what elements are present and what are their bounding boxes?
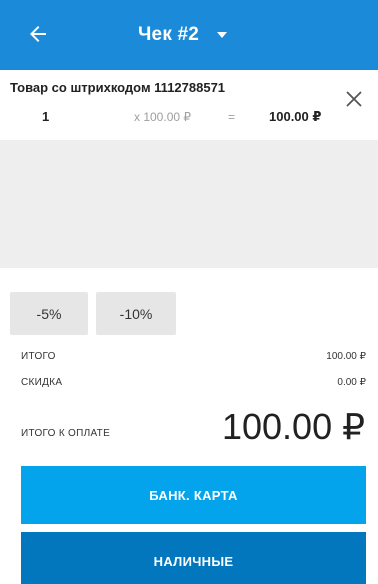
- to-pay-label: ИТОГО К ОПЛАТЕ: [21, 428, 111, 439]
- item-name: Товар со штрихкодом 1112788571: [10, 80, 226, 95]
- page-title: Чек #2: [138, 24, 200, 45]
- total-value: 100.00 ₽: [326, 351, 366, 362]
- app-bar: Чек #2: [0, 0, 378, 70]
- arrow-left-icon[interactable]: [26, 22, 50, 46]
- items-empty-area: [0, 140, 378, 268]
- total-label: ИТОГО: [21, 351, 56, 362]
- caret-down-icon: [217, 32, 228, 38]
- item-sum: 100.00 ₽: [269, 109, 322, 124]
- equals-sign: =: [228, 110, 236, 124]
- item-quantity[interactable]: 1: [42, 109, 49, 124]
- cash-button[interactable]: НАЛИЧНЫЕ: [21, 532, 366, 584]
- item-price: x 100.00 ₽: [134, 110, 192, 124]
- discount-label: СКИДКА: [21, 377, 63, 388]
- close-icon[interactable]: [345, 90, 363, 108]
- bank-card-button[interactable]: БАНК. КАРТА: [21, 466, 366, 524]
- discount-value: 0.00 ₽: [337, 377, 366, 388]
- receipt-item[interactable]: Товар со штрихкодом 1112788571 1 x 100.0…: [0, 70, 378, 140]
- discount-10-button[interactable]: -10%: [96, 292, 176, 335]
- to-pay-value: 100.00 ₽: [221, 406, 365, 447]
- discount-5-button[interactable]: -5%: [10, 292, 88, 335]
- receipt-selector[interactable]: Чек #2: [138, 22, 228, 48]
